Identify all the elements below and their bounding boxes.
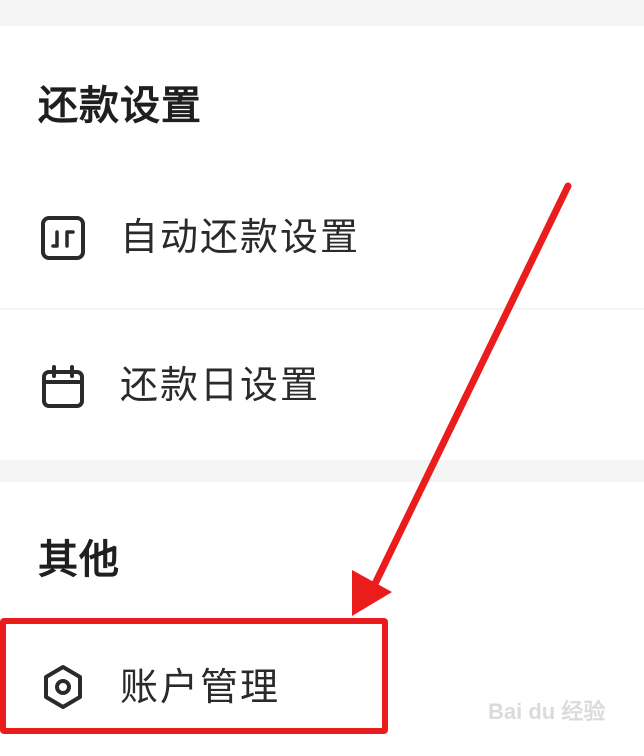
section-title-repayment: 还款设置 <box>38 83 202 129</box>
baidu-watermark: Bai du 经验 <box>488 694 618 734</box>
auto-repay-icon <box>40 215 86 261</box>
watermark-text: Bai du 经验 <box>488 699 606 724</box>
section-gap <box>0 460 644 482</box>
repayment-date-settings-row[interactable]: 还款日设置 <box>0 310 644 460</box>
calendar-icon <box>40 364 86 410</box>
section-title-other: 其他 <box>38 537 120 583</box>
auto-repay-settings-row[interactable]: 自动还款设置 <box>0 170 644 306</box>
auto-repay-settings-label: 自动还款设置 <box>120 215 361 259</box>
settings-page: 还款设置 自动还款设置 还款日设置 其他 账户管理 Bai du 经验 <box>0 0 644 756</box>
repayment-date-settings-label: 还款日设置 <box>120 363 321 407</box>
highlight-box <box>0 618 388 734</box>
section-gap <box>0 0 644 26</box>
